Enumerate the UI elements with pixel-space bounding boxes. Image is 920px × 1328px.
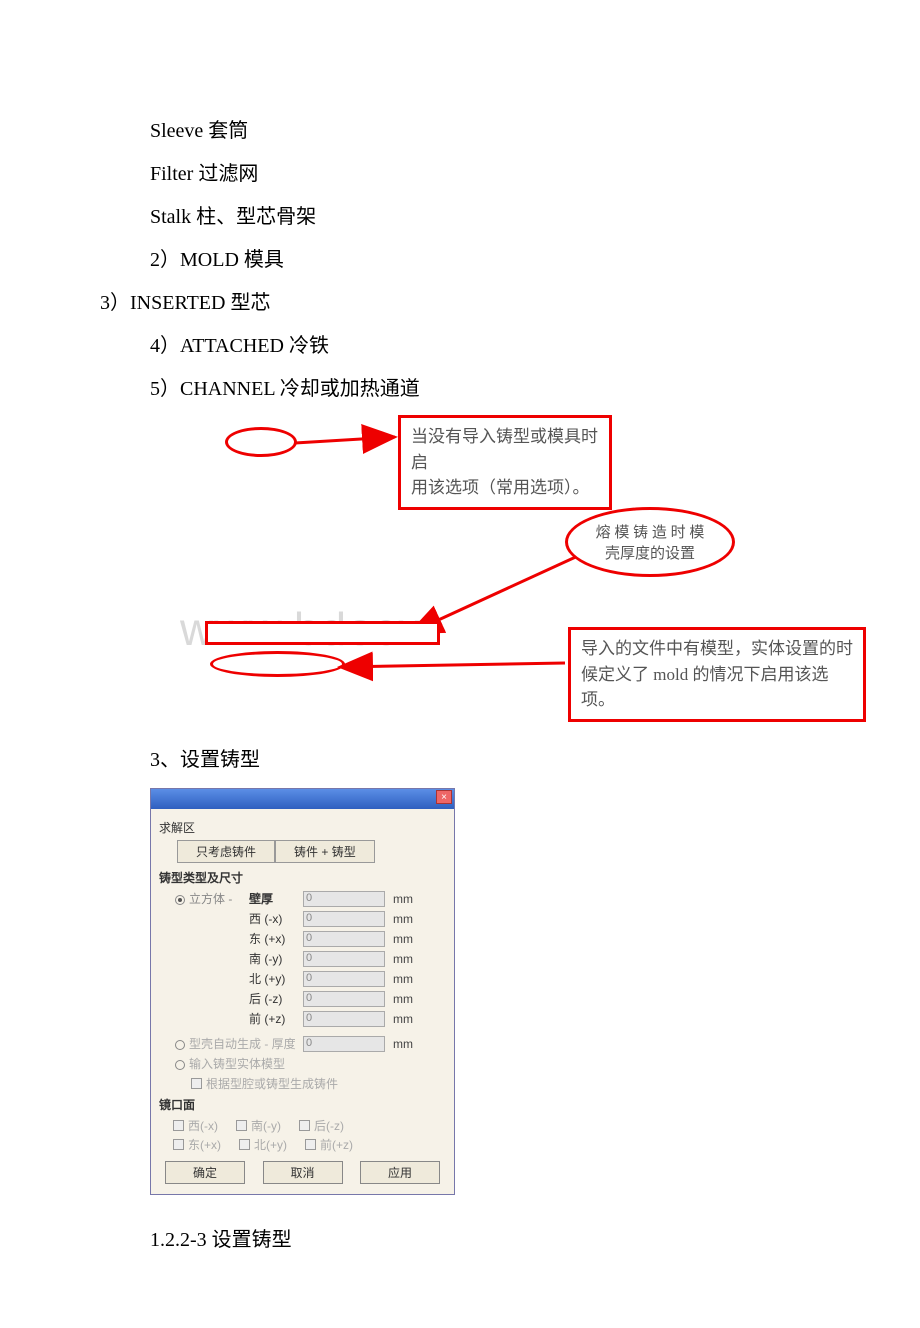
mold-settings-dialog: × 求解区 只考虑铸件 铸件 + 铸型 铸型类型及尺寸 立方体 - 壁厚 0 m…: [150, 788, 455, 1195]
checkbox-mirror-back[interactable]: 后(-z): [299, 1117, 344, 1134]
label-east: 东 (+x): [249, 930, 303, 947]
label-gen-from-cavity: 根据型腔或铸型生成铸件: [206, 1075, 338, 1092]
text-filter: Filter 过滤网: [150, 157, 860, 186]
dialog-titlebar: ×: [151, 789, 454, 809]
text-attached: 4）ATTACHED 冷铁: [150, 329, 860, 358]
close-icon[interactable]: ×: [436, 790, 452, 804]
annotation-shell-line1: 熔 模 铸 造 时 模: [596, 521, 705, 542]
label-type-size: 铸型类型及尺寸: [159, 869, 446, 886]
text-mold: 2）MOLD 模具: [150, 243, 860, 272]
ok-button[interactable]: 确定: [165, 1161, 245, 1184]
text-channel: 5）CHANNEL 冷却或加热通道: [150, 372, 860, 401]
cancel-button[interactable]: 取消: [263, 1161, 343, 1184]
diagram-ellipse-2: [210, 651, 345, 677]
annotation-shell-thickness: 熔 模 铸 造 时 模 壳厚度的设置: [565, 507, 735, 577]
label-mirror: 镜口面: [159, 1096, 446, 1113]
label-solve-area: 求解区: [159, 819, 446, 836]
unit-south: mm: [393, 952, 413, 966]
annotation-no-mold-line1: 当没有导入铸型或模具时启: [411, 424, 599, 475]
checkbox-gen-from-cavity[interactable]: [191, 1078, 202, 1089]
unit-back: mm: [393, 992, 413, 1006]
unit-wall: mm: [393, 892, 413, 906]
input-south[interactable]: 0: [303, 951, 385, 967]
input-front[interactable]: 0: [303, 1011, 385, 1027]
annotation-imported-mold: 导入的文件中有模型，实体设置的时 候定义了 mold 的情况下启用该选 项。: [568, 627, 866, 722]
radio-shell-auto[interactable]: 型壳自动生成 - 厚度: [159, 1035, 303, 1052]
unit-front: mm: [393, 1012, 413, 1026]
annotation-imported-line3: 项。: [581, 687, 853, 713]
unit-east: mm: [393, 932, 413, 946]
tab-casting-only[interactable]: 只考虑铸件: [177, 840, 275, 863]
radio-input-solid[interactable]: 输入铸型实体模型: [159, 1055, 359, 1072]
text-sleeve: Sleeve 套筒: [150, 114, 860, 143]
unit-shell: mm: [393, 1037, 413, 1051]
input-east[interactable]: 0: [303, 931, 385, 947]
unit-west: mm: [393, 912, 413, 926]
annotation-imported-line1: 导入的文件中有模型，实体设置的时: [581, 636, 853, 662]
radio-cube[interactable]: 立方体 -: [159, 890, 249, 907]
input-shell-thickness[interactable]: 0: [303, 1036, 385, 1052]
text-inserted: 3）INSERTED 型芯: [100, 286, 860, 315]
checkbox-mirror-south[interactable]: 南(-y): [236, 1117, 281, 1134]
label-north: 北 (+y): [249, 970, 303, 987]
text-stalk: Stalk 柱、型芯骨架: [150, 200, 860, 229]
input-back[interactable]: 0: [303, 991, 385, 1007]
tab-casting-plus-mold[interactable]: 铸件 + 铸型: [275, 840, 375, 863]
input-wall[interactable]: 0: [303, 891, 385, 907]
diagram-rect-1: [205, 621, 440, 645]
annotation-no-mold-line2: 用该选项（常用选项）。: [411, 475, 599, 501]
checkbox-mirror-front[interactable]: 前(+z): [305, 1136, 353, 1153]
label-front: 前 (+z): [249, 1010, 303, 1027]
annotation-shell-line2: 壳厚度的设置: [605, 542, 695, 563]
diagram-ellipse-1: [225, 427, 297, 457]
checkbox-mirror-east[interactable]: 东(+x): [173, 1136, 221, 1153]
annotation-no-mold: 当没有导入铸型或模具时启 用该选项（常用选项）。: [398, 415, 612, 510]
checkbox-mirror-north[interactable]: 北(+y): [239, 1136, 287, 1153]
input-west[interactable]: 0: [303, 911, 385, 927]
input-north[interactable]: 0: [303, 971, 385, 987]
unit-north: mm: [393, 972, 413, 986]
heading-set-mold: 3、设置铸型: [150, 743, 860, 772]
label-west: 西 (-x): [249, 910, 303, 927]
annotation-diagram: 当没有导入铸型或模具时启 用该选项（常用选项）。 熔 模 铸 造 时 模 壳厚度…: [150, 415, 910, 715]
annotation-imported-line2: 候定义了 mold 的情况下启用该选: [581, 662, 853, 688]
label-back: 后 (-z): [249, 990, 303, 1007]
figure-caption: 1.2.2-3 设置铸型: [150, 1223, 860, 1252]
checkbox-mirror-west[interactable]: 西(-x): [173, 1117, 218, 1134]
apply-button[interactable]: 应用: [360, 1161, 440, 1184]
label-wall: 壁厚: [249, 890, 303, 907]
label-south: 南 (-y): [249, 950, 303, 967]
